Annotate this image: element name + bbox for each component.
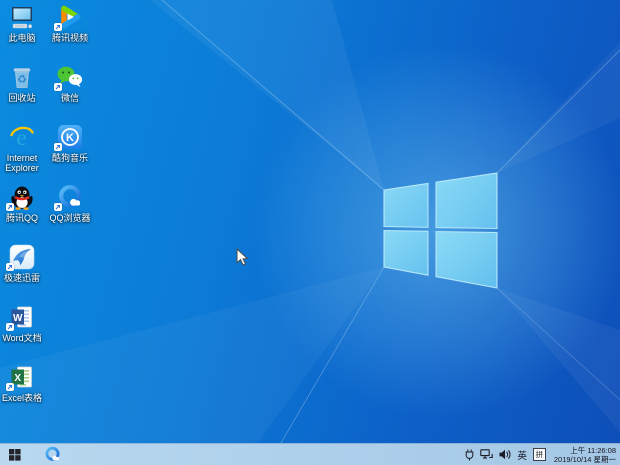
taskbar[interactable]: 英 拼 上午 11:26:08 2019/10/14 星期一: [0, 443, 620, 465]
shortcut-arrow-icon: [54, 203, 62, 211]
desktop-icon-kugou-music[interactable]: K 酷狗音乐: [42, 124, 98, 163]
svg-text:♻: ♻: [17, 74, 27, 86]
shortcut-arrow-icon: [54, 143, 62, 151]
shortcut-arrow-icon: [6, 263, 14, 271]
windows-start-icon: [9, 449, 21, 461]
shortcut-arrow-icon: [6, 203, 14, 211]
ime-mode-indicator[interactable]: 拼: [533, 448, 546, 461]
desktop-icon-thunder[interactable]: 极速迅雷: [0, 244, 50, 283]
svg-text:K: K: [66, 132, 74, 144]
icon-label: 极速迅雷: [0, 273, 50, 283]
icon-label: Excel表格: [0, 393, 50, 403]
icon-label: 微信: [42, 93, 98, 103]
shortcut-arrow-icon: [6, 383, 14, 391]
icon-label: 腾讯视频: [42, 33, 98, 43]
internet-explorer-icon: e: [8, 124, 36, 150]
qq-browser-icon: [44, 446, 61, 463]
desktop-icon-tencent-video[interactable]: 腾讯视频: [42, 4, 98, 43]
icon-label: 酷狗音乐: [42, 153, 98, 163]
volume-icon[interactable]: [499, 449, 511, 460]
desktop[interactable]: 此电脑 ♻ 回收站 e Internet Explorer: [0, 0, 620, 465]
start-button[interactable]: [0, 444, 30, 465]
usb-device-icon[interactable]: [465, 449, 474, 461]
shortcut-arrow-icon: [6, 323, 14, 331]
clock-time: 上午 11:26:08: [554, 446, 616, 455]
ime-language-indicator[interactable]: 英: [517, 448, 527, 462]
desktop-icon-excel-sheet[interactable]: X Excel表格: [0, 364, 50, 403]
desktop-icon-qq-browser[interactable]: QQ浏览器: [42, 184, 98, 223]
recycle-bin-icon: ♻: [8, 64, 36, 90]
network-icon[interactable]: [480, 449, 493, 460]
shortcut-arrow-icon: [54, 23, 62, 31]
system-tray[interactable]: 英 拼 上午 11:26:08 2019/10/14 星期一: [465, 446, 620, 464]
desktop-icon-word-doc[interactable]: W Word文档: [0, 304, 50, 343]
desktop-icon-wechat[interactable]: 微信: [42, 64, 98, 103]
shortcut-arrow-icon: [54, 83, 62, 91]
taskbar-clock[interactable]: 上午 11:26:08 2019/10/14 星期一: [552, 446, 616, 464]
clock-date: 2019/10/14 星期一: [554, 455, 616, 464]
icon-label: QQ浏览器: [42, 213, 98, 223]
taskbar-qq-browser-button[interactable]: [38, 444, 66, 465]
this-pc-icon: [8, 4, 36, 30]
icon-label: Word文档: [0, 333, 50, 343]
svg-text:X: X: [14, 373, 21, 384]
svg-text:W: W: [13, 313, 23, 324]
